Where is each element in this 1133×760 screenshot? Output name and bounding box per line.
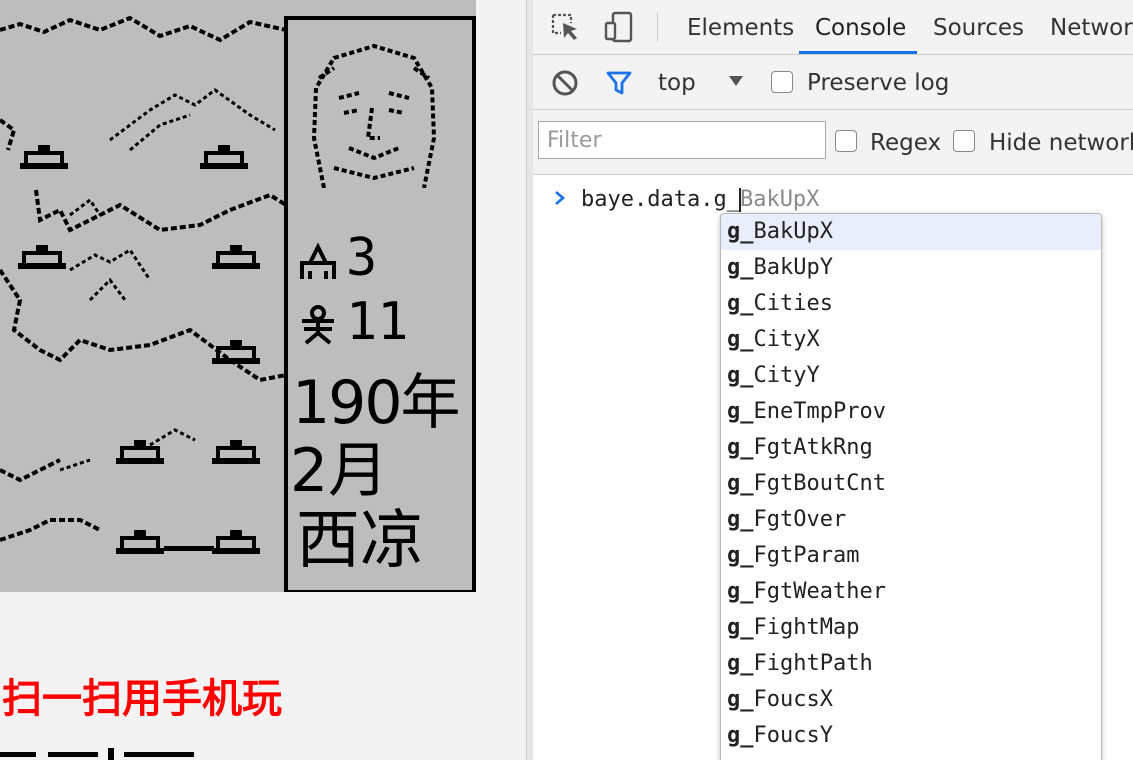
autocomplete-match-prefix: g_ <box>727 471 754 496</box>
active-tab-indicator <box>799 51 917 54</box>
devtools-panel: Elements Console Sources Network top Pre… <box>533 0 1133 760</box>
autocomplete-match-prefix: g_ <box>727 579 754 604</box>
filter-input[interactable] <box>538 121 826 159</box>
clear-console-icon[interactable] <box>551 69 579 97</box>
autocomplete-match-prefix: g_ <box>727 255 754 280</box>
autocomplete-item-label: CityY <box>753 363 820 388</box>
general-count: 11 <box>296 292 409 352</box>
autocomplete-item[interactable]: g_CityX <box>721 322 1101 358</box>
city-name: 西凉 <box>296 504 424 578</box>
autocomplete-item[interactable]: g_FgtAtkRng <box>721 430 1101 466</box>
autocomplete-item-label: CityX <box>753 327 820 352</box>
autocomplete-ghost-text: BakUpX <box>739 187 820 212</box>
autocomplete-item[interactable]: g_EneTmpProv <box>721 394 1101 430</box>
autocomplete-item-label: FgtWeather <box>753 579 886 604</box>
ruler-portrait <box>311 43 437 188</box>
autocomplete-item[interactable]: g_BakUpY <box>721 250 1101 286</box>
devtools-tabbar: Elements Console Sources Network <box>533 0 1133 55</box>
autocomplete-item-label: BakUpX <box>753 219 833 244</box>
prompt-chevron-icon <box>555 191 565 205</box>
autocomplete-item-label: BakUpY <box>753 255 833 280</box>
autocomplete-match-prefix: g_ <box>727 651 754 676</box>
game-map[interactable] <box>0 0 286 592</box>
soldier-icon <box>300 242 336 279</box>
tab-elements[interactable]: Elements <box>687 0 794 54</box>
autocomplete-item-label: FightMap <box>753 615 860 640</box>
console-output[interactable]: baye.data.g_BakUpX g_BakUpX g_BakUpY g_Cit… <box>533 175 1133 760</box>
filter-icon[interactable] <box>605 69 633 97</box>
autocomplete-item-label: FgtOver <box>753 507 847 532</box>
autocomplete-item[interactable]: g_FoucsX <box>721 682 1101 718</box>
autocomplete-item-label: FoucsX <box>753 687 833 712</box>
hide-network-label[interactable]: Hide network <box>989 110 1133 174</box>
general-icon <box>302 305 334 345</box>
autocomplete-match-prefix: g_ <box>727 363 754 388</box>
preserve-log-checkbox[interactable] <box>771 71 793 93</box>
console-input[interactable]: baye.data.g_BakUpX <box>581 183 819 217</box>
partial-heading-decoration <box>0 748 194 760</box>
autocomplete-item-label: FgtBoutCnt <box>753 471 886 496</box>
autocomplete-item[interactable]: g_BakUpX <box>721 214 1101 250</box>
soldier-count-value: 3 <box>346 228 378 288</box>
autocomplete-item-label: EneTmpProv <box>753 399 886 424</box>
pane-divider[interactable] <box>526 0 533 760</box>
regex-label[interactable]: Regex <box>870 110 941 174</box>
scan-to-play-text: 扫一扫用手机玩 <box>2 676 282 722</box>
context-select[interactable]: top <box>658 55 696 109</box>
month-label: 2月 <box>290 436 389 506</box>
game-screen[interactable]: 3 11 190年 2月 西凉 <box>0 0 476 592</box>
tab-network[interactable]: Network <box>1050 0 1133 54</box>
game-page: 3 11 190年 2月 西凉 扫一扫用手机玩 <box>0 0 526 760</box>
tab-console[interactable]: Console <box>815 0 906 54</box>
autocomplete-match-prefix: g_ <box>727 327 754 352</box>
console-filter-bar: Regex Hide network <box>533 110 1133 175</box>
autocomplete-item[interactable]: g_FightMap <box>721 610 1101 646</box>
autocomplete-match-prefix: g_ <box>727 543 754 568</box>
inspect-element-icon[interactable] <box>549 11 581 43</box>
autocomplete-item[interactable]: g_FgtWeather <box>721 574 1101 610</box>
console-input-text: baye.data.g_ <box>581 187 740 212</box>
tab-sources[interactable]: Sources <box>933 0 1024 54</box>
autocomplete-item[interactable]: g_FgtParam <box>721 538 1101 574</box>
autocomplete-dropdown[interactable]: g_BakUpX g_BakUpY g_Cities g_CityX g_CityY g_… <box>720 213 1102 760</box>
autocomplete-item-label: Cities <box>753 291 833 316</box>
console-toolbar: top Preserve log <box>533 55 1133 110</box>
soldier-count: 3 <box>296 228 377 288</box>
device-toolbar-icon[interactable] <box>603 11 635 43</box>
autocomplete-match-prefix: g_ <box>727 723 754 748</box>
regex-checkbox[interactable] <box>835 130 857 152</box>
chevron-down-icon[interactable] <box>727 74 745 88</box>
autocomplete-item[interactable]: g_FgtOver <box>721 502 1101 538</box>
autocomplete-item[interactable]: g_FoucsY <box>721 718 1101 754</box>
hide-network-checkbox[interactable] <box>953 130 975 152</box>
autocomplete-item[interactable]: g_Cities <box>721 286 1101 322</box>
autocomplete-match-prefix: g_ <box>727 687 754 712</box>
autocomplete-item[interactable]: g_CityY <box>721 358 1101 394</box>
autocomplete-match-prefix: g_ <box>727 615 754 640</box>
autocomplete-match-prefix: g_ <box>727 507 754 532</box>
autocomplete-match-prefix: g_ <box>727 435 754 460</box>
autocomplete-item-label: FgtAtkRng <box>753 435 873 460</box>
general-count-value: 11 <box>346 292 409 352</box>
autocomplete-item-label: FgtParam <box>753 543 860 568</box>
toolbar-separator <box>657 12 658 42</box>
status-panel: 3 11 190年 2月 西凉 <box>284 16 476 592</box>
year-label: 190年 <box>292 368 461 438</box>
autocomplete-match-prefix: g_ <box>727 219 754 244</box>
autocomplete-item[interactable]: g_FgtBoutCnt <box>721 466 1101 502</box>
autocomplete-item-label: FightPath <box>753 651 873 676</box>
autocomplete-item[interactable]: g_FightPath <box>721 646 1101 682</box>
autocomplete-item-label: FoucsY <box>753 723 833 748</box>
autocomplete-match-prefix: g_ <box>727 399 754 424</box>
autocomplete-match-prefix: g_ <box>727 291 754 316</box>
preserve-log-label[interactable]: Preserve log <box>807 55 949 109</box>
